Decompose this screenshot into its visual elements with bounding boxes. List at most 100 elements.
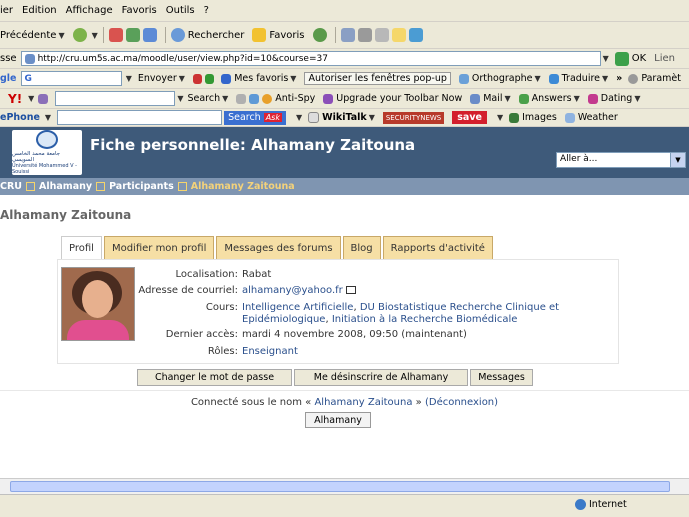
bookmark-icon[interactable] [192,73,203,84]
chevron-down-icon[interactable]: ▼ [28,94,34,103]
address-input[interactable]: http://cru.um5s.ac.ma/moodle/user/view.p… [20,51,601,66]
standard-toolbar: Précédente ▼ ▼ Rechercher Favoris [0,22,689,49]
forward-icon[interactable] [72,28,87,42]
go-button[interactable]: OK [614,51,646,66]
save-label: save [457,112,482,123]
chevron-down-icon[interactable]: ▼ [296,113,302,122]
tab-profil[interactable]: Profil [61,236,102,259]
unenrol-button[interactable]: Me désinscrire de Alhamany [294,369,468,386]
jump-to-select[interactable]: Aller à... ▼ [556,152,686,168]
search-button[interactable]: Rechercher [170,28,244,42]
horizontal-scrollbar[interactable] [0,478,689,494]
upgrade-button[interactable]: Upgrade your Toolbar Now [323,93,462,104]
weather-button[interactable]: Weather [564,112,618,123]
messenger-icon[interactable] [408,28,423,42]
chevron-down-icon[interactable]: ▼ [92,31,98,40]
breadcrumb-cru[interactable]: CRU [0,181,22,192]
breadcrumb-course[interactable]: Alhamany [39,181,92,192]
breadcrumb: CRU Alhamany Participants Alhamany Zaito… [0,178,689,195]
course-link-ai[interactable]: Intelligence Artificielle [242,302,353,313]
save-button[interactable]: save [452,111,487,124]
more-chevron[interactable]: » [616,73,622,84]
images-button[interactable]: Images [509,112,557,123]
roles-label: Rôles: [207,346,238,357]
chevron-down-icon[interactable]: ▼ [670,153,685,167]
logo-text-arabic: جامعة محمد الخامس السويسي [12,151,61,163]
history-icon[interactable] [312,28,327,42]
university-logo[interactable]: جامعة محمد الخامس السويسي Université Moh… [12,130,82,175]
stop-icon[interactable] [108,28,123,42]
translate-button[interactable]: Traduire ▼ [548,73,608,84]
location-value: Rabat [242,269,272,280]
login-user-link[interactable]: Alhamany Zaitouna [314,397,412,408]
ask-search-button[interactable]: Search Ask [224,110,286,125]
course-link-biostat-cont[interactable]: Epidémiologique [242,314,325,325]
back-button[interactable]: Précédente ▼ [0,30,65,41]
favorites-label: Favoris [269,29,305,41]
tab-blog[interactable]: Blog [342,236,381,259]
courses-list: Intelligence Artificielle, DU Biostatist… [242,302,560,325]
dating-button[interactable]: Dating ▼ [587,93,641,104]
tab-activity-reports[interactable]: Rapports d'activité [382,236,493,259]
home-icon[interactable] [142,28,157,42]
course-link-research[interactable]: Initiation à la Recherche Biomédicale [332,314,518,325]
messages-button[interactable]: Messages [470,369,533,386]
menu-edit[interactable]: Edition [22,5,66,16]
menu-view[interactable]: Affichage [66,5,122,16]
site-header: جامعة محمد الخامس السويسي Université Moh… [0,127,689,178]
ask-search-input[interactable] [57,110,223,125]
chevron-down-icon[interactable]: ▼ [126,74,132,83]
print-icon[interactable] [357,28,372,42]
antispy-button[interactable]: Anti-Spy [262,93,315,104]
menu-file[interactable]: ier [0,5,22,16]
chevron-down-icon[interactable]: ▼ [58,31,64,40]
edit-icon[interactable] [374,28,389,42]
email-link[interactable]: alhamany@yahoo.fr [242,285,343,296]
envelope-icon[interactable] [345,286,356,294]
tab-edit-profile[interactable]: Modifier mon profil [103,236,215,259]
menu-favorites[interactable]: Favoris [122,5,166,16]
notes-icon[interactable] [391,28,406,42]
menu-tools[interactable]: Outils [166,5,204,16]
send-button[interactable]: Envoyer ▼ [138,73,185,84]
yahoo-search-input[interactable] [55,91,176,106]
mes-favoris-button[interactable]: Mes favoris ▼ [221,73,296,84]
role-value[interactable]: Enseignant [242,346,298,357]
menu-help[interactable]: ? [204,5,218,16]
spellcheck-button[interactable]: Orthographe ▼ [458,73,541,84]
answers-icon [518,93,529,104]
ephone-brand[interactable]: ePhone [0,112,40,123]
send-label: Envoyer [137,73,177,84]
settings-button[interactable]: Paramèt [628,73,681,84]
security-news-button[interactable]: SECURITYNEWS [382,111,445,124]
tab-forum-posts[interactable]: Messages des forums [216,236,341,259]
popup-icon[interactable] [249,93,260,104]
yahoo-logo[interactable]: Y! [8,92,22,106]
chevron-down-icon[interactable]: ▼ [603,54,609,63]
favorites-button[interactable]: Favoris [252,28,305,42]
pagerank-icon[interactable] [205,73,215,84]
course-home-button[interactable]: Alhamany [305,412,371,428]
scrollbar-thumb[interactable] [10,481,670,492]
links-label[interactable]: Lien [654,53,675,64]
wikitalk-button[interactable]: WikiTalk ▼ [308,112,375,123]
logout-link[interactable]: (Déconnexion) [425,397,498,408]
chevron-down-icon[interactable]: ▼ [45,113,51,122]
chevron-down-icon[interactable]: ▼ [177,94,183,103]
wikitalk-label: WikiTalk [322,112,367,123]
answers-button[interactable]: Answers ▼ [518,93,580,104]
yahoo-search-button[interactable]: Search ▼ [187,93,228,104]
change-password-button[interactable]: Changer le mot de passe [137,369,292,386]
pencil-icon[interactable] [38,93,49,104]
google-search-input[interactable]: G [20,71,122,86]
mail-icon[interactable] [340,28,355,42]
globe-icon [36,130,58,149]
chevron-down-icon[interactable]: ▼ [497,113,503,122]
breadcrumb-participants[interactable]: Participants [109,181,174,192]
refresh-icon[interactable] [125,28,140,42]
go-arrow-icon [614,51,629,66]
highlight-icon[interactable] [236,93,247,104]
popup-blocker-button[interactable]: Autoriser les fenêtres pop-up [304,72,451,85]
course-link-biostat[interactable]: DU Biostatistique Recherche Clinique et [360,302,559,313]
mail-button[interactable]: Mail ▼ [470,93,511,104]
